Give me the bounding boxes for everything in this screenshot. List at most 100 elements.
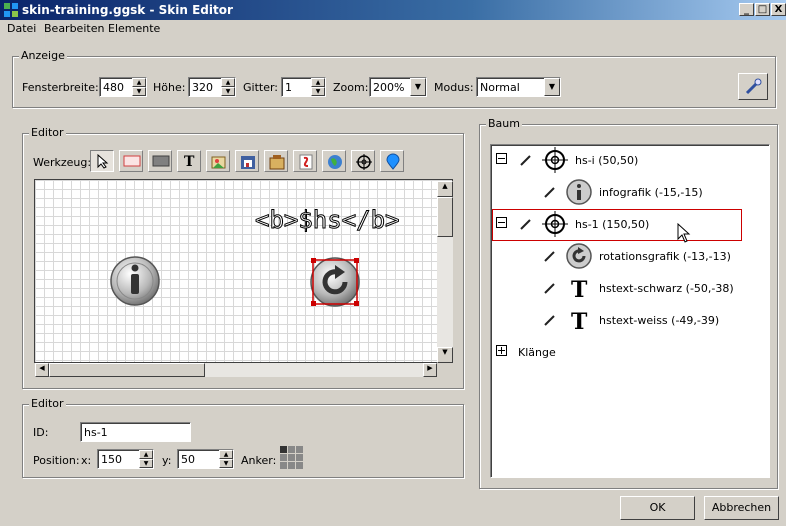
info-icon xyxy=(566,179,592,205)
scroll-down-icon[interactable]: ▼ xyxy=(437,347,453,363)
fensterbreite-input[interactable]: 480 ▲ ▼ xyxy=(99,77,147,97)
vertical-scroll-thumb[interactable] xyxy=(437,197,453,237)
modus-value: Normal xyxy=(480,81,520,94)
anzeige-legend: Anzeige xyxy=(19,49,67,62)
hoehe-value: 320 xyxy=(192,81,213,94)
container-tool-button[interactable] xyxy=(264,150,288,172)
map-pin-icon xyxy=(386,153,400,170)
rectangle-outline-tool-button[interactable] xyxy=(119,150,143,172)
mouse-cursor-icon xyxy=(677,223,691,243)
tree-node-hstext-schwarz[interactable]: T hstext-schwarz (-50,-38) xyxy=(491,273,769,305)
rectangle-fill-tool-button[interactable] xyxy=(148,150,172,172)
editor-canvas[interactable]: <b>$hs</b> xyxy=(34,179,453,363)
flash-icon xyxy=(299,154,313,170)
menu-bar: Datei Bearbeiten Elemente xyxy=(0,20,786,38)
globe-tool-button[interactable] xyxy=(322,150,346,172)
pin-tool-button[interactable] xyxy=(380,150,404,172)
scroll-up-icon[interactable]: ▲ xyxy=(437,181,453,197)
tree-node-label: hstext-weiss (-49,-39) xyxy=(599,314,720,327)
gitter-input[interactable]: 1 ▲ ▼ xyxy=(281,77,326,97)
scroll-left-icon[interactable]: ◀ xyxy=(35,363,49,377)
canvas-horizontal-scrollbar[interactable]: ◀ ▶ xyxy=(35,363,437,377)
tree-node-infografik[interactable]: infografik (-15,-15) xyxy=(491,177,769,209)
baum-legend: Baum xyxy=(486,117,522,130)
select-tool-button[interactable] xyxy=(90,150,114,172)
anker-label: Anker: xyxy=(241,454,277,467)
image-tool-button[interactable] xyxy=(206,150,230,172)
expand-icon[interactable] xyxy=(496,345,507,356)
y-position-spinner[interactable]: ▲ ▼ xyxy=(219,450,233,468)
y-label: y: xyxy=(162,454,172,467)
modus-select[interactable]: Normal ▼ xyxy=(476,77,561,97)
button-image-icon xyxy=(241,156,255,169)
canvas-info-graphic[interactable] xyxy=(110,256,160,306)
fensterbreite-spinner[interactable]: ▲ ▼ xyxy=(132,78,146,96)
anchor-grid-icon[interactable] xyxy=(280,446,303,469)
maximize-button[interactable]: □ xyxy=(755,3,770,16)
y-value: 50 xyxy=(181,453,195,466)
scroll-right-icon[interactable]: ▶ xyxy=(423,363,437,377)
tree-node-hs-1[interactable]: hs-1 (150,50) xyxy=(491,209,769,243)
cancel-button[interactable]: Abbrechen xyxy=(704,496,779,520)
tree-node-label: hs-i (50,50) xyxy=(575,154,639,167)
tree-node-klaenge[interactable]: Klänge xyxy=(491,343,769,363)
gitter-label: Gitter: xyxy=(243,81,279,94)
menu-bearbeiten[interactable]: Bearbeiten xyxy=(44,22,104,35)
crosshair-icon xyxy=(356,154,372,170)
properties-legend: Editor xyxy=(29,397,66,410)
text-icon: T xyxy=(571,277,588,300)
text-tool-button[interactable]: T xyxy=(177,150,201,172)
scene-tree[interactable]: hs-i (50,50) infografik (-15,-15) hs-1 (… xyxy=(490,144,770,478)
fensterbreite-label: Fensterbreite: xyxy=(22,81,99,94)
collapse-icon[interactable] xyxy=(496,217,507,228)
x-position-spinner[interactable]: ▲ ▼ xyxy=(139,450,153,468)
x-position-input[interactable]: 150 ▲ ▼ xyxy=(97,449,154,469)
edit-pencil-icon[interactable] xyxy=(519,153,533,167)
tree-node-rotationsgrafik[interactable]: rotationsgrafik (-13,-13) xyxy=(491,241,769,273)
position-label: Position: xyxy=(33,454,80,467)
tree-node-hs-i[interactable]: hs-i (50,50) xyxy=(491,145,769,177)
canvas-hotspot-text[interactable]: <b>$hs</b> xyxy=(255,206,400,235)
x-value: 150 xyxy=(101,453,122,466)
flash-tool-button[interactable] xyxy=(293,150,317,172)
magic-wand-icon xyxy=(745,78,762,95)
edit-pencil-icon[interactable] xyxy=(543,313,557,327)
title-bar: skin-training.ggsk - Skin Editor _ □ X xyxy=(0,0,786,20)
tree-node-hstext-weiss[interactable]: T hstext-weiss (-49,-39) xyxy=(491,305,769,337)
hoehe-spinner[interactable]: ▲ ▼ xyxy=(221,78,235,96)
menu-datei[interactable]: Datei xyxy=(7,22,36,35)
svg-text:T: T xyxy=(571,309,588,332)
zoom-select[interactable]: 200% ▼ xyxy=(369,77,427,97)
edit-pencil-icon[interactable] xyxy=(543,185,557,199)
hoehe-input[interactable]: 320 ▲ ▼ xyxy=(188,77,236,97)
edit-pencil-icon[interactable] xyxy=(543,281,557,295)
tree-node-label: infografik (-15,-15) xyxy=(599,186,703,199)
container-icon xyxy=(269,155,285,170)
button-tool-button[interactable] xyxy=(235,150,259,172)
canvas-rotate-graphic[interactable] xyxy=(310,257,360,307)
zoom-value: 200% xyxy=(373,81,405,94)
canvas-vertical-scrollbar[interactable]: ▲ ▼ xyxy=(437,181,453,363)
minimize-button[interactable]: _ xyxy=(739,3,754,16)
tree-node-label: hs-1 (150,50) xyxy=(575,218,650,231)
hoehe-label: Höhe: xyxy=(153,81,186,94)
gitter-spinner[interactable]: ▲ ▼ xyxy=(311,78,325,96)
rectangle-outline-icon xyxy=(123,155,141,167)
y-position-input[interactable]: 50 ▲ ▼ xyxy=(177,449,234,469)
id-value: hs-1 xyxy=(84,426,108,439)
edit-pencil-icon[interactable] xyxy=(543,249,557,263)
collapse-icon[interactable] xyxy=(496,153,507,164)
menu-elemente[interactable]: Elemente xyxy=(108,22,160,35)
rotate-icon xyxy=(566,243,592,269)
close-button[interactable]: X xyxy=(771,3,786,16)
tree-node-label: rotationsgrafik (-13,-13) xyxy=(599,250,731,263)
edit-pencil-icon[interactable] xyxy=(519,217,533,231)
zoom-dropdown-arrow-icon[interactable]: ▼ xyxy=(410,78,426,96)
werkzeug-label: Werkzeug: xyxy=(33,156,92,169)
magic-wand-button[interactable] xyxy=(738,73,768,100)
hotspot-tool-button[interactable] xyxy=(351,150,375,172)
horizontal-scroll-thumb[interactable] xyxy=(49,363,205,377)
modus-dropdown-arrow-icon[interactable]: ▼ xyxy=(544,78,560,96)
id-input[interactable]: hs-1 xyxy=(80,422,191,442)
ok-button[interactable]: OK xyxy=(620,496,695,520)
